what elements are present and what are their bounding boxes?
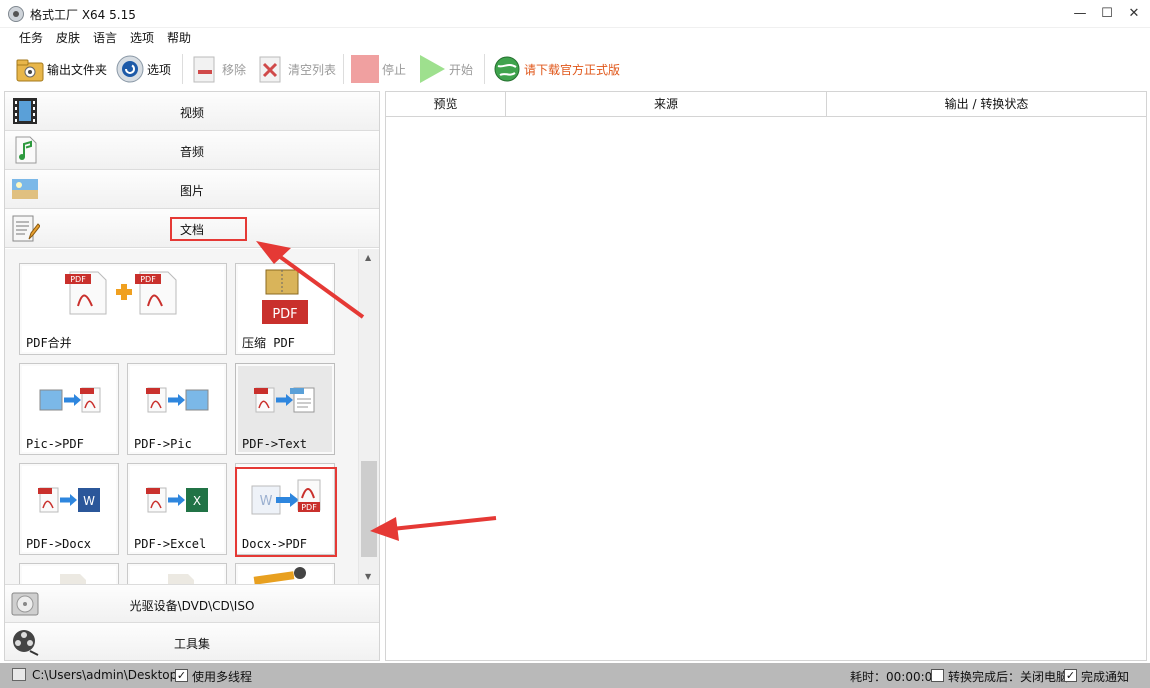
multithread-label: 使用多线程 xyxy=(192,670,253,684)
scroll-down-icon[interactable]: ▼ xyxy=(365,572,371,581)
column-preview[interactable]: 预览 xyxy=(386,92,506,117)
toolbar-separator xyxy=(343,54,344,84)
options-button[interactable]: 选项 xyxy=(115,53,171,85)
tile-compress-pdf[interactable]: PDF 压缩 PDF xyxy=(235,263,335,355)
menu-language[interactable]: 语言 xyxy=(93,29,117,47)
globe-icon xyxy=(492,54,522,84)
tile-partial[interactable] xyxy=(19,563,119,584)
category-document[interactable]: 文档 xyxy=(5,209,379,248)
svg-text:PDF: PDF xyxy=(301,503,317,512)
scrollbar-thumb[interactable] xyxy=(361,461,377,557)
category-picture[interactable]: 图片 xyxy=(5,170,379,209)
remove-button[interactable]: 移除 xyxy=(190,53,246,85)
task-list-panel: 预览 来源 输出 / 转换状态 xyxy=(385,91,1147,661)
svg-text:X: X xyxy=(193,494,201,508)
stop-icon xyxy=(350,54,380,84)
tile-pic-to-pdf[interactable]: Pic->PDF xyxy=(19,363,119,455)
pdf-to-text-icon xyxy=(236,364,334,428)
svg-text:PDF: PDF xyxy=(140,275,156,284)
toolbar-separator xyxy=(484,54,485,84)
play-icon xyxy=(417,54,447,84)
tile-partial[interactable] xyxy=(127,563,227,584)
svg-text:PDF: PDF xyxy=(70,275,86,284)
document-icon xyxy=(20,564,118,584)
tool-icon xyxy=(236,564,334,584)
download-official-link[interactable]: 请下载官方正式版 xyxy=(492,53,620,85)
stop-button[interactable]: 停止 xyxy=(350,53,406,85)
svg-text:W: W xyxy=(260,494,273,509)
category-optical[interactable]: 光驱设备\DVD\CD\ISO xyxy=(5,584,379,623)
notify-label: 完成通知 xyxy=(1081,670,1130,684)
scroll-up-icon[interactable]: ▲ xyxy=(365,253,371,262)
menu-options[interactable]: 选项 xyxy=(130,29,154,47)
start-button[interactable]: 开始 xyxy=(417,53,473,85)
tile-pdf-to-pic[interactable]: PDF->Pic xyxy=(127,363,227,455)
document-icon xyxy=(128,564,226,584)
options-gear-icon xyxy=(115,54,145,84)
menu-help[interactable]: 帮助 xyxy=(167,29,191,47)
task-list-header: 预览 来源 输出 / 转换状态 xyxy=(386,92,1146,117)
shutdown-checkbox[interactable] xyxy=(931,669,944,682)
output-path: C:\Users\admin\Desktop xyxy=(32,668,178,682)
elapsed-time: 耗时：00:00:00 xyxy=(850,670,940,684)
document-tools-grid: PDF PDF PDF合并 PDF 压缩 PDF Pic->PDF PDF->P… xyxy=(5,249,379,584)
tile-pdf-merge[interactable]: PDF PDF PDF合并 xyxy=(19,263,227,355)
window-title: 格式工厂 X64 5.15 xyxy=(30,8,136,22)
clear-list-icon xyxy=(256,54,286,84)
tile-pdf-to-docx[interactable]: W PDF->Docx xyxy=(19,463,119,555)
column-source[interactable]: 来源 xyxy=(506,92,827,117)
compress-pdf-icon: PDF xyxy=(236,264,334,328)
folder-icon xyxy=(15,54,45,84)
pdf-to-word-icon: W xyxy=(20,464,118,528)
tile-pdf-to-excel[interactable]: X PDF->Excel xyxy=(127,463,227,555)
pic-to-pdf-icon xyxy=(20,364,118,428)
toolbar-separator xyxy=(182,54,183,84)
title-bar: 格式工厂 X64 5.15 — ☐ ✕ xyxy=(0,0,1150,28)
remove-icon xyxy=(190,54,220,84)
svg-text:PDF: PDF xyxy=(272,307,297,322)
pdf-merge-icon: PDF PDF xyxy=(20,264,226,328)
computer-icon xyxy=(12,668,26,681)
after-convert-label: 转换完成后：关闭电脑 xyxy=(948,670,1069,684)
pdf-to-pic-icon xyxy=(128,364,226,428)
close-button[interactable]: ✕ xyxy=(1120,2,1148,26)
tile-partial[interactable] xyxy=(235,563,335,584)
word-to-pdf-icon: W PDF xyxy=(236,464,334,528)
svg-text:W: W xyxy=(83,494,95,508)
toolbar: 输出文件夹 选项 移除 清空列表 停止 开始 请下载官方正式版 xyxy=(0,48,1150,90)
menu-bar: 任务 皮肤 语言 选项 帮助 xyxy=(0,28,1150,48)
multithread-checkbox[interactable]: ✓ xyxy=(175,669,188,682)
menu-task[interactable]: 任务 xyxy=(19,29,43,47)
category-audio[interactable]: 音频 xyxy=(5,131,379,170)
category-panel: 视频 音频 图片 文档 PDF PDF PDF合并 PDF 压缩 PDF Pic… xyxy=(4,91,380,661)
clear-list-button[interactable]: 清空列表 xyxy=(256,53,336,85)
tile-pdf-to-text[interactable]: PDF->Text xyxy=(235,363,335,455)
category-video[interactable]: 视频 xyxy=(5,92,379,131)
tile-docx-to-pdf[interactable]: W PDF Docx->PDF xyxy=(235,463,335,555)
status-bar: C:\Users\admin\Desktop ✓ 使用多线程 耗时：00:00:… xyxy=(0,663,1150,688)
minimize-button[interactable]: — xyxy=(1066,2,1094,26)
column-output-status[interactable]: 输出 / 转换状态 xyxy=(827,92,1146,117)
app-logo-icon xyxy=(8,6,24,22)
output-folder-button[interactable]: 输出文件夹 xyxy=(15,53,107,85)
tile-scrollbar[interactable]: ▲ ▼ xyxy=(358,249,379,584)
maximize-button[interactable]: ☐ xyxy=(1093,2,1121,26)
category-tools[interactable]: 工具集 xyxy=(5,623,379,660)
pdf-to-excel-icon: X xyxy=(128,464,226,528)
notify-checkbox[interactable]: ✓ xyxy=(1064,669,1077,682)
menu-skin[interactable]: 皮肤 xyxy=(56,29,80,47)
